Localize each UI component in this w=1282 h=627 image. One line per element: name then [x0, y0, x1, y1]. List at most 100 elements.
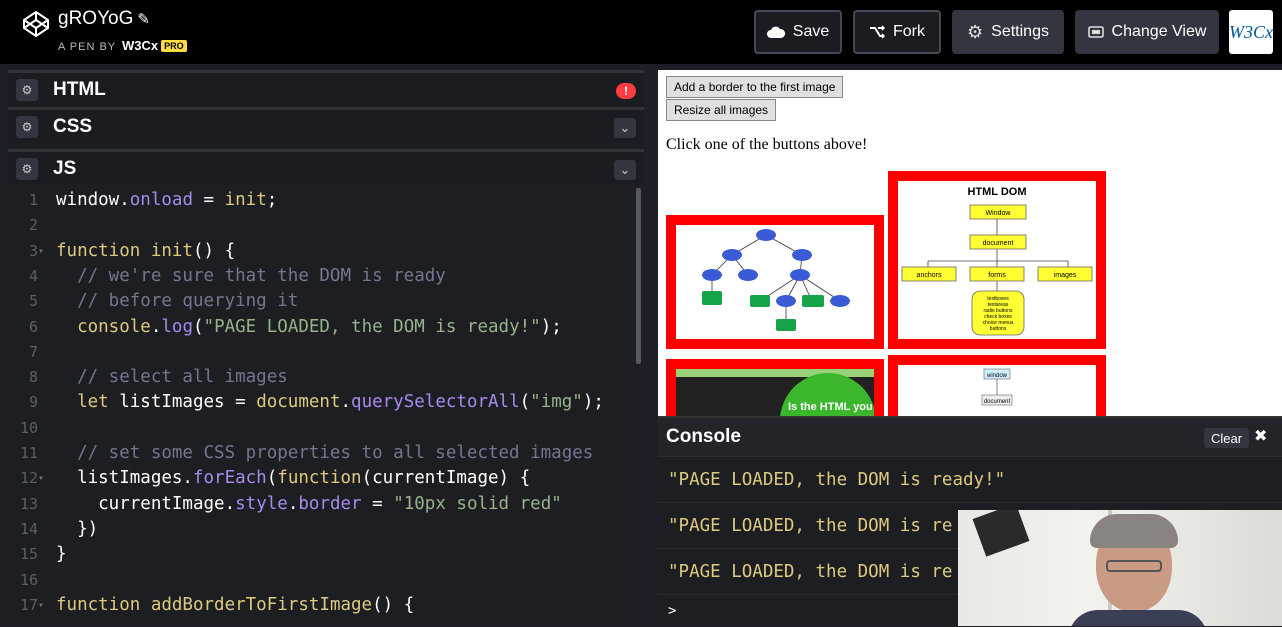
line-number: 15 — [19, 545, 38, 564]
code-token: ( — [192, 316, 204, 337]
line-number: 8 — [28, 368, 38, 387]
instruction-text: Click one of the buttons above! — [666, 136, 868, 153]
code-token: log — [161, 316, 193, 337]
js-panel-header[interactable]: ⚙ JS ⌄ — [8, 149, 644, 185]
code-token: = — [361, 493, 394, 514]
pen-author: A PEN BY W3Cx PRO — [58, 38, 187, 53]
code-line[interactable]: 6 console.log("PAGE LOADED, the DOM is r… — [8, 315, 628, 340]
code-token: currentImage. — [56, 493, 236, 514]
code-line[interactable]: 13 currentImage.style.border = "10px sol… — [8, 492, 628, 517]
code-token: // select all images — [56, 367, 288, 388]
code-token: () { — [192, 240, 236, 261]
dom-tree-image — [666, 215, 884, 349]
console-title: Console — [666, 426, 741, 447]
code-line[interactable]: 7 — [8, 340, 628, 365]
pen-title[interactable]: gROYoG ✎ — [58, 8, 150, 30]
line-number: 5 — [28, 292, 38, 311]
author-link[interactable]: W3Cx — [122, 38, 158, 53]
code-line[interactable]: 16 — [8, 568, 628, 593]
code-token: let — [56, 392, 120, 413]
codepen-logo-icon[interactable] — [22, 10, 50, 38]
node-document: document — [984, 399, 1011, 405]
line-number: 2 — [28, 216, 38, 235]
edit-pencil-icon[interactable]: ✎ — [137, 11, 150, 28]
code-line[interactable]: 4 // we're sure that the DOM is ready — [8, 264, 628, 289]
code-line[interactable]: 14 }) — [8, 517, 628, 542]
html-panel-header[interactable]: ⚙ HTML ! — [8, 70, 644, 106]
layout-icon — [1087, 26, 1104, 38]
code-line[interactable]: 1 window.onload = init; — [8, 188, 628, 213]
fork-button[interactable]: Fork — [853, 10, 941, 54]
fold-arrow-icon[interactable]: ▾ — [38, 593, 44, 618]
code-token: style — [235, 493, 288, 514]
code-line[interactable]: 10 — [8, 416, 628, 441]
code-text: // before querying it — [56, 289, 298, 314]
dom-node-window: Window — [986, 210, 1012, 217]
css-settings-gear-icon[interactable]: ⚙ — [16, 115, 38, 138]
pen-title-text[interactable]: gROYoG — [58, 8, 133, 29]
dom-node-images: images — [1054, 272, 1077, 279]
code-line[interactable]: 5 // before querying it — [8, 289, 628, 314]
html-settings-gear-icon[interactable]: ⚙ — [16, 78, 38, 101]
code-token: addBorderToFirstImage — [150, 594, 373, 615]
code-text: function init() { — [56, 239, 235, 264]
fork-icon — [870, 25, 885, 39]
code-token: = — [192, 190, 225, 210]
editor-scrollbar[interactable] — [636, 188, 641, 364]
clear-console-button[interactable]: Clear — [1204, 428, 1250, 448]
chevron-down-icon[interactable]: ⌄ — [614, 160, 636, 180]
code-line[interactable]: 17 ▾ function addBorderToFirstImage() { — [8, 593, 628, 618]
code-line[interactable]: 3 ▾ function init() { — [8, 239, 628, 264]
line-number: 11 — [19, 444, 38, 462]
code-text: }) — [56, 517, 98, 542]
code-token: listImages = — [119, 392, 257, 413]
css-panel-header[interactable]: ⚙ CSS ⌄ — [8, 107, 644, 143]
code-token: function — [56, 594, 151, 615]
error-alert-icon[interactable]: ! — [616, 83, 636, 99]
close-console-icon[interactable]: ✖ — [1254, 426, 1267, 446]
resize-images-button[interactable]: Resize all images — [666, 99, 777, 121]
fork-label: Fork — [893, 23, 925, 40]
line-number: 9 — [28, 393, 38, 412]
code-token: ( — [266, 468, 278, 489]
presenter-hair — [1090, 514, 1178, 548]
code-token: ( — [519, 392, 531, 413]
w3cx-avatar[interactable]: W3Cx — [1229, 10, 1273, 54]
line-number: 14 — [19, 519, 38, 538]
code-token: onload — [129, 190, 193, 210]
code-token: ; — [266, 190, 278, 210]
code-line[interactable]: 8 // select all images — [8, 365, 628, 390]
code-line[interactable]: 11 // set some CSS properties to all sel… — [8, 441, 628, 466]
editor-column: ⚙ HTML ! ⚙ CSS ⌄ ⚙ JS ⌄ 1 window.onload =… — [8, 70, 644, 626]
presenter-shirt — [1068, 610, 1208, 626]
change-view-button[interactable]: Change View — [1075, 10, 1219, 54]
code-line[interactable]: 9 let listImages = document.querySelecto… — [8, 390, 628, 415]
fold-arrow-icon[interactable]: ▾ — [38, 239, 44, 264]
js-code-editor[interactable]: 1 window.onload = init; 2 3 ▾ function init()… — [8, 188, 644, 626]
line-number: 4 — [28, 266, 38, 285]
line-number: 16 — [19, 570, 38, 589]
code-line[interactable]: 15} — [8, 542, 628, 567]
app-header: gROYoG ✎ A PEN BY W3Cx PRO Save Fork ⚙ Set… — [0, 0, 1282, 64]
save-button[interactable]: Save — [754, 10, 842, 54]
line-number: 17 — [19, 595, 38, 614]
code-text: // set some CSS properties to all select… — [56, 441, 593, 466]
js-settings-gear-icon[interactable]: ⚙ — [16, 157, 38, 180]
fold-arrow-icon[interactable]: ▾ — [38, 466, 44, 491]
add-border-button[interactable]: Add a border to the first image — [666, 76, 844, 98]
code-token: . — [287, 493, 299, 514]
html-dom-diagram: HTML DOM Window document anchors forms i… — [901, 186, 1093, 336]
code-line[interactable]: 12 ▾ listImages.forEach(function(currentI… — [8, 466, 628, 491]
settings-button[interactable]: ⚙ Settings — [952, 10, 1064, 54]
code-token: // set some CSS properties to all select… — [56, 443, 594, 463]
form-item: buttons — [990, 326, 1007, 332]
chevron-down-icon[interactable]: ⌄ — [614, 118, 636, 138]
result-preview: Add a border to the first image Resize a… — [658, 70, 1282, 416]
line-number: 13 — [19, 494, 38, 513]
dom-node-anchors: anchors — [917, 272, 942, 279]
code-text: console.log("PAGE LOADED, the DOM is rea… — [56, 315, 562, 340]
gear-icon: ⚙ — [967, 21, 984, 42]
change-view-label: Change View — [1111, 23, 1207, 40]
code-line[interactable]: 2 — [8, 213, 628, 238]
dom-title: HTML DOM — [967, 186, 1026, 198]
